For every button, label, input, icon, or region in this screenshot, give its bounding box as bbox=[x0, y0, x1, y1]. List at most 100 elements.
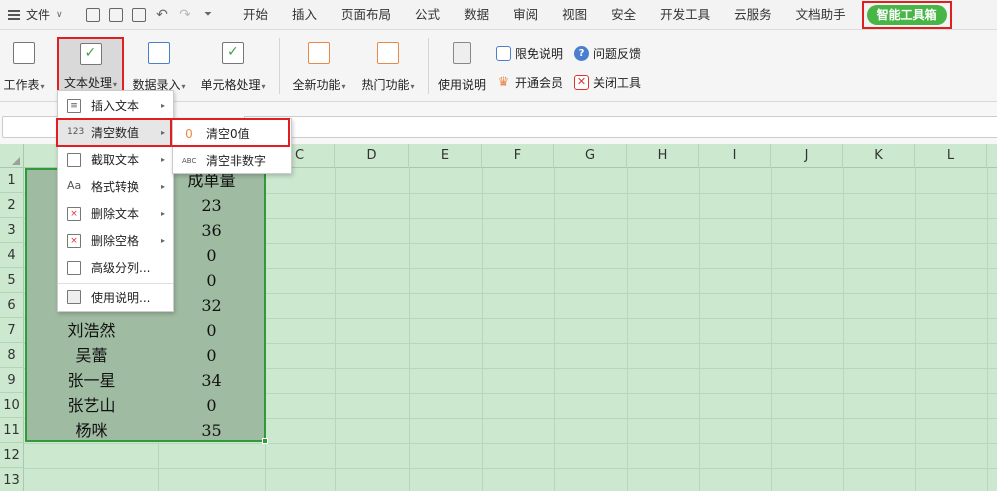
formula-input[interactable] bbox=[244, 116, 997, 138]
file-menu-label: 文件 bbox=[26, 8, 51, 22]
vip-button[interactable]: ♛ 开通会员 bbox=[496, 74, 563, 91]
delete-spaces-icon: × bbox=[67, 233, 81, 248]
crown-icon: ♛ bbox=[497, 75, 510, 90]
tab-security[interactable]: 安全 bbox=[599, 0, 648, 30]
column-header-e[interactable]: E bbox=[409, 144, 482, 168]
save-icon[interactable] bbox=[86, 7, 100, 22]
column-header-i[interactable]: I bbox=[699, 144, 771, 168]
column-header-l[interactable]: L bbox=[915, 144, 987, 168]
row-header[interactable]: 4 bbox=[0, 243, 24, 268]
manual-button[interactable]: 使用说明 bbox=[436, 30, 488, 102]
tab-developer[interactable]: 开发工具 bbox=[648, 0, 722, 30]
cell-b7[interactable]: 0 bbox=[158, 318, 265, 343]
text-process-button[interactable]: 文本处理▾ bbox=[57, 37, 124, 97]
chevron-right-icon: ▸ bbox=[160, 128, 165, 137]
tab-formulas[interactable]: 公式 bbox=[403, 0, 452, 30]
submenu-highlight bbox=[170, 118, 290, 147]
submenu-item-label: 清空非数字 bbox=[206, 154, 267, 168]
row-header[interactable]: 11 bbox=[0, 418, 24, 443]
file-menu[interactable]: 文件 ∨ bbox=[0, 0, 80, 30]
tab-view[interactable]: 视图 bbox=[550, 0, 599, 30]
feedback-label: 问题反馈 bbox=[593, 47, 642, 61]
cell-a8[interactable]: 吴蕾 bbox=[25, 343, 158, 368]
menu-item-label: 使用说明... bbox=[91, 290, 151, 305]
column-header-j[interactable]: J bbox=[771, 144, 843, 168]
customize-toolbar-icon[interactable]: ⏷ bbox=[201, 8, 215, 22]
worksheet-button[interactable]: 工作表▾ bbox=[2, 30, 46, 102]
menu-item-delete-text[interactable]: × 删除文本 ▸ bbox=[58, 200, 173, 227]
cell-b10[interactable]: 0 bbox=[158, 393, 265, 418]
cell-b8[interactable]: 0 bbox=[158, 343, 265, 368]
tab-insert[interactable]: 插入 bbox=[280, 0, 329, 30]
redo-icon[interactable]: ↷ bbox=[178, 8, 192, 22]
menu-item-delete-spaces[interactable]: × 删除空格 ▸ bbox=[58, 227, 173, 254]
row-header[interactable]: 13 bbox=[0, 468, 24, 491]
row-header[interactable]: 3 bbox=[0, 218, 24, 243]
question-icon: ? bbox=[574, 46, 589, 61]
column-header-g[interactable]: G bbox=[554, 144, 627, 168]
tab-smart-toolbox[interactable]: 智能工具箱 bbox=[866, 4, 947, 25]
menu-item-format-convert[interactable]: Aa 格式转换 ▸ bbox=[58, 173, 173, 200]
row-header[interactable]: 2 bbox=[0, 193, 24, 218]
column-header-h[interactable]: H bbox=[627, 144, 699, 168]
column-header-d[interactable]: D bbox=[335, 144, 409, 168]
tab-data[interactable]: 数据 bbox=[452, 0, 501, 30]
extract-text-icon bbox=[67, 152, 81, 167]
menu-item-clear-values[interactable]: 123 清空数值 ▸ bbox=[56, 118, 175, 147]
menu-item-label: 插入文本 bbox=[91, 99, 140, 113]
tab-doc-assistant[interactable]: 文档助手 bbox=[784, 0, 858, 30]
menu-item-extract-text[interactable]: 截取文本 ▸ bbox=[58, 146, 173, 173]
menu-item-label: 删除空格 bbox=[91, 234, 140, 248]
undo-icon[interactable]: ↶ bbox=[155, 8, 169, 22]
menu-item-usage-guide[interactable]: 使用说明... bbox=[58, 283, 173, 310]
column-header-f[interactable]: F bbox=[482, 144, 554, 168]
select-all-corner[interactable] bbox=[0, 144, 24, 168]
cell-a11[interactable]: 杨咪 bbox=[25, 418, 158, 443]
menu-item-insert-text[interactable]: ≡ 插入文本 ▸ bbox=[58, 92, 173, 119]
cell-b9[interactable]: 34 bbox=[158, 368, 265, 393]
row-header[interactable]: 12 bbox=[0, 443, 24, 468]
cell-b3[interactable]: 36 bbox=[158, 218, 265, 243]
cell-a10[interactable]: 张艺山 bbox=[25, 393, 158, 418]
row-header[interactable]: 6 bbox=[0, 293, 24, 318]
cell-b2[interactable]: 23 bbox=[158, 193, 265, 218]
row-header[interactable]: 9 bbox=[0, 368, 24, 393]
ribbon-tabs: 开始 插入 页面布局 公式 数据 审阅 视图 安全 开发工具 云服务 文档助手 … bbox=[231, 0, 952, 30]
tab-page-layout[interactable]: 页面布局 bbox=[329, 0, 403, 30]
worksheet-icon bbox=[13, 42, 35, 64]
row-header[interactable]: 8 bbox=[0, 343, 24, 368]
row-header[interactable]: 10 bbox=[0, 393, 24, 418]
menu-item-advanced-split[interactable]: 高级分列... bbox=[58, 254, 173, 281]
feedback-button[interactable]: ? 问题反馈 bbox=[574, 45, 641, 62]
tab-home[interactable]: 开始 bbox=[231, 0, 280, 30]
print-preview-icon[interactable] bbox=[132, 7, 146, 22]
cell-b5[interactable]: 0 bbox=[158, 268, 265, 293]
tab-review[interactable]: 审阅 bbox=[501, 0, 550, 30]
chevron-down-icon: ∨ bbox=[56, 9, 63, 20]
row-header[interactable]: 1 bbox=[0, 168, 24, 193]
caret-icon: ▾ bbox=[181, 82, 186, 91]
hot-feature-button[interactable]: 热门功能▾ bbox=[357, 30, 419, 102]
row-header[interactable]: 5 bbox=[0, 268, 24, 293]
cell-process-button[interactable]: 单元格处理▾ bbox=[196, 30, 270, 102]
split-columns-icon bbox=[67, 260, 81, 275]
submenu-item-clear-non-numeric[interactable]: ABC 清空非数字 bbox=[173, 147, 291, 174]
close-tool-button[interactable]: ✕ 关闭工具 bbox=[574, 74, 641, 91]
cell-b11[interactable]: 35 bbox=[158, 418, 265, 443]
print-icon[interactable] bbox=[109, 7, 123, 22]
menu-item-label: 格式转换 bbox=[91, 180, 140, 194]
cell-a7[interactable]: 刘浩然 bbox=[25, 318, 158, 343]
tab-cloud[interactable]: 云服务 bbox=[722, 0, 784, 30]
new-feature-icon bbox=[308, 42, 330, 64]
hot-feature-label: 热门功能 bbox=[361, 78, 410, 92]
text-process-label: 文本处理 bbox=[63, 76, 112, 90]
row-header[interactable]: 7 bbox=[0, 318, 24, 343]
cell-b6[interactable]: 32 bbox=[158, 293, 265, 318]
cell-a9[interactable]: 张一星 bbox=[25, 368, 158, 393]
new-feature-button[interactable]: 全新功能▾ bbox=[288, 30, 350, 102]
menu-item-label: 截取文本 bbox=[91, 153, 140, 167]
text-process-icon bbox=[79, 43, 102, 65]
cell-b4[interactable]: 0 bbox=[158, 243, 265, 268]
free-note-button[interactable]: 限免说明 bbox=[496, 45, 563, 62]
column-header-k[interactable]: K bbox=[843, 144, 915, 168]
